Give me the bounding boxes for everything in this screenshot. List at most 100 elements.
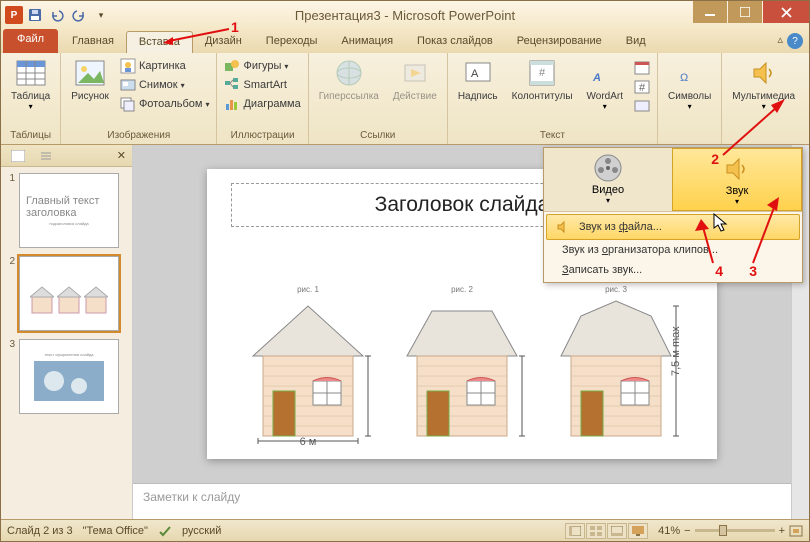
insert-textbox-button[interactable]: A Надпись <box>452 55 504 104</box>
svg-text:Ω: Ω <box>680 72 688 84</box>
textbox-icon: A <box>462 57 494 89</box>
insert-hyperlink-button[interactable]: Гиперссылка <box>313 55 385 104</box>
wordart-icon: A <box>589 57 621 89</box>
tab-view[interactable]: Вид <box>614 31 658 53</box>
insert-screenshot-button[interactable]: Снимок ▾ <box>117 76 213 94</box>
insert-album-button[interactable]: Фотоальбом ▾ <box>117 95 213 113</box>
insert-date-button[interactable] <box>631 59 653 77</box>
thumbs-tab-slides[interactable] <box>7 148 29 164</box>
picture-icon <box>74 57 106 89</box>
close-button[interactable] <box>763 1 809 23</box>
qat-save-button[interactable] <box>25 5 45 25</box>
group-images-label: Изображения <box>65 129 212 142</box>
insert-wordart-button[interactable]: A WordArt▾ <box>581 55 630 113</box>
insert-action-button[interactable]: Действие <box>387 55 443 104</box>
insert-chart-button[interactable]: Диаграмма <box>221 95 303 113</box>
group-text-label: Текст <box>452 129 653 142</box>
qat-undo-button[interactable] <box>47 5 67 25</box>
thumbs-close-button[interactable]: ✕ <box>117 149 126 162</box>
group-symbols-label <box>662 140 717 142</box>
tab-animations[interactable]: Анимация <box>329 31 405 53</box>
zoom-slider[interactable] <box>695 529 775 532</box>
svg-text:#: # <box>639 82 646 94</box>
record-audio-menuitem[interactable]: Записать звук... <box>546 260 800 280</box>
view-slideshow-button[interactable] <box>628 523 648 539</box>
status-theme: "Тема Office" <box>83 525 148 537</box>
qat-customize-button[interactable]: ▾ <box>91 5 111 25</box>
tab-design[interactable]: Дизайн <box>193 31 254 53</box>
audio-from-organizer-menuitem[interactable]: Звук из организатора клипов... <box>546 240 800 260</box>
house-image-2: рис. 2 <box>397 285 527 445</box>
screenshot-icon <box>120 77 136 93</box>
tab-slideshow[interactable]: Показ слайдов <box>405 31 505 53</box>
view-sorter-button[interactable] <box>586 523 606 539</box>
album-icon <box>120 96 136 112</box>
speaker-icon <box>721 153 753 185</box>
group-tables-label: Таблицы <box>5 129 56 142</box>
media-dropdown-panel: Видео▾ Звук▾ Звук из файла... Звук из ор… <box>543 147 803 283</box>
hyperlink-icon <box>333 57 365 89</box>
insert-symbols-button[interactable]: Ω Символы▾ <box>662 55 717 113</box>
insert-object-button[interactable] <box>631 97 653 115</box>
table-icon <box>15 57 47 89</box>
speaker-small-icon <box>555 219 571 235</box>
insert-clipart-button[interactable]: Картинка <box>117 57 213 75</box>
svg-text:#: # <box>539 67 546 79</box>
minimize-ribbon-button[interactable]: ▵ <box>777 33 783 49</box>
tab-insert[interactable]: Вставка <box>126 31 193 53</box>
maximize-button[interactable] <box>728 1 762 23</box>
insert-smartart-button[interactable]: SmartArt <box>221 76 303 94</box>
ribbon-tabs: Файл Главная Вставка Дизайн Переходы Ани… <box>1 29 809 53</box>
minimize-button[interactable] <box>693 1 727 23</box>
view-normal-button[interactable] <box>565 523 585 539</box>
slidenum-icon: # <box>634 79 650 95</box>
window-title: Презентация3 - Microsoft PowerPoint <box>295 8 515 23</box>
slide-thumb-2[interactable] <box>19 256 119 331</box>
zoom-fit-button[interactable] <box>789 525 803 537</box>
slide-thumb-3[interactable]: текст оформления слайда <box>19 339 119 414</box>
shapes-icon <box>224 58 240 74</box>
house-image-1: рис. 1 6 м <box>243 285 373 445</box>
slide-thumb-1[interactable]: Главный текст заголовкаподзаголовок слай… <box>19 173 119 248</box>
status-language[interactable]: русский <box>182 525 221 537</box>
tab-file[interactable]: Файл <box>3 29 58 53</box>
spellcheck-icon[interactable] <box>158 524 172 538</box>
thumbs-tab-outline[interactable] <box>35 148 57 164</box>
insert-headerfooter-button[interactable]: # Колонтитулы <box>506 55 579 104</box>
insert-table-button[interactable]: Таблица▾ <box>5 55 56 113</box>
insert-shapes-button[interactable]: Фигуры ▾ <box>221 57 303 75</box>
zoom-level[interactable]: 41% <box>658 525 680 537</box>
ribbon: Таблица▾ Таблицы Рисунок Картинка Снимок… <box>1 53 809 145</box>
audio-from-file-menuitem[interactable]: Звук из файла... <box>546 214 800 240</box>
title-bar: P ▾ Презентация3 - Microsoft PowerPoint <box>1 1 809 29</box>
group-illustrations-label: Иллюстрации <box>221 129 303 142</box>
insert-slidenum-button[interactable]: # <box>631 78 653 96</box>
status-slide-number: Слайд 2 из 3 <box>7 525 73 537</box>
insert-media-button[interactable]: Мультимедиа▾ <box>726 55 801 113</box>
symbol-icon: Ω <box>674 57 706 89</box>
view-reading-button[interactable] <box>607 523 627 539</box>
group-links-label: Ссылки <box>313 129 443 142</box>
qat-redo-button[interactable] <box>69 5 89 25</box>
media-audio-button[interactable]: Звук▾ <box>672 148 802 211</box>
svg-text:A: A <box>471 68 479 80</box>
media-video-button[interactable]: Видео▾ <box>544 148 672 211</box>
group-media-label <box>726 140 801 142</box>
help-button[interactable]: ? <box>787 33 803 49</box>
insert-picture-button[interactable]: Рисунок <box>65 55 115 104</box>
tab-transitions[interactable]: Переходы <box>254 31 330 53</box>
date-icon <box>634 60 650 76</box>
chart-icon <box>224 96 240 112</box>
slide-thumbnails-panel: ✕ 1Главный текст заголовкаподзаголовок с… <box>1 145 133 519</box>
status-bar: Слайд 2 из 3 "Тема Office" русский 41% −… <box>1 519 809 541</box>
zoom-in-button[interactable]: + <box>779 525 785 537</box>
zoom-out-button[interactable]: − <box>684 525 690 537</box>
app-icon: P <box>5 6 23 24</box>
tab-review[interactable]: Рецензирование <box>505 31 614 53</box>
svg-text:A: A <box>592 72 601 84</box>
notes-pane[interactable]: Заметки к слайду <box>133 483 791 519</box>
video-reel-icon <box>592 152 624 184</box>
house-image-3: рис. 3 7,5 м max <box>551 285 681 445</box>
object-icon <box>634 98 650 114</box>
tab-home[interactable]: Главная <box>60 31 126 53</box>
